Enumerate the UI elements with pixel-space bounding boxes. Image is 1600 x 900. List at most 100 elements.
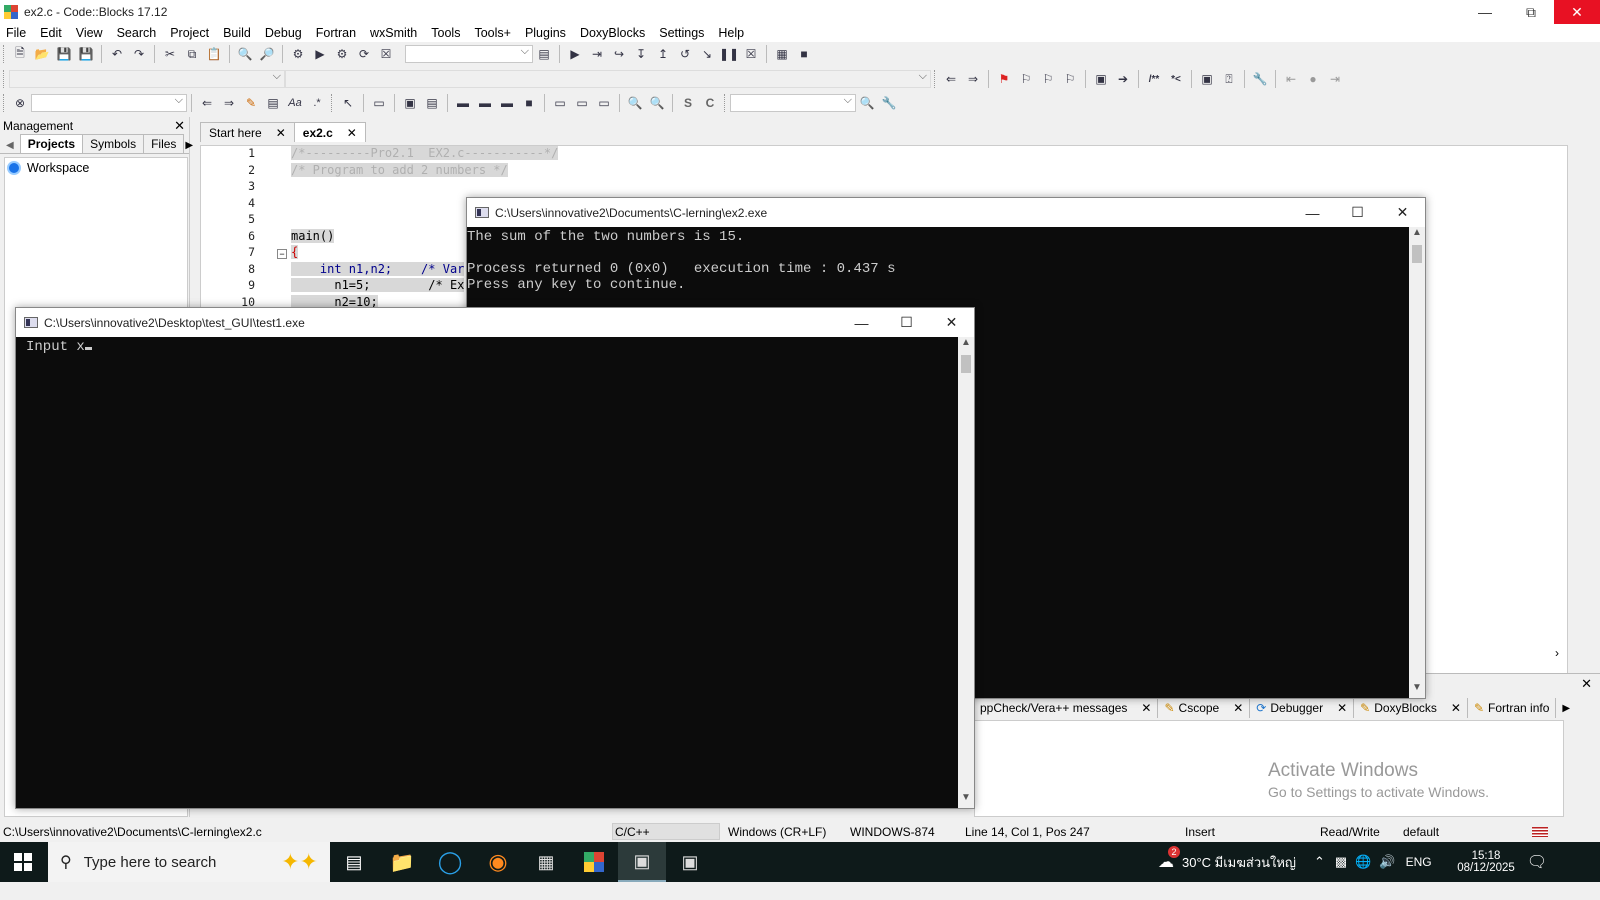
zoom-in-icon[interactable]: 🔍 — [625, 93, 645, 113]
clear-bookmarks-icon[interactable]: ⚐ — [1060, 69, 1080, 89]
shape-tool-1-icon[interactable]: ▣ — [400, 93, 420, 113]
zoom-out-icon[interactable]: 🔍 — [647, 93, 667, 113]
console2-taskbar-icon[interactable]: ▣ — [666, 842, 714, 882]
symbol-search-icon[interactable]: 🔍 — [857, 93, 877, 113]
scroll-up-icon[interactable]: ▲ — [1409, 227, 1425, 243]
symbol-search-select[interactable] — [730, 94, 856, 112]
tab-scroll-right-icon[interactable]: ▶ — [1556, 698, 1576, 718]
build-run-icon[interactable]: ⚙ — [332, 44, 352, 64]
menu-file[interactable]: File — [6, 26, 26, 40]
prev-bookmark-icon[interactable]: ⚐ — [1016, 69, 1036, 89]
minimize-button[interactable]: — — [1290, 198, 1335, 227]
close-panel-icon[interactable]: ✕ — [174, 118, 185, 134]
menu-help[interactable]: Help — [718, 26, 744, 40]
debug-info-icon[interactable]: ■ — [794, 44, 814, 64]
scroll-thumb[interactable] — [961, 355, 971, 373]
match-case-icon[interactable]: Aa — [285, 93, 305, 113]
search-next-icon[interactable]: ⇒ — [219, 93, 239, 113]
menu-doxyblocks[interactable]: DoxyBlocks — [580, 26, 645, 40]
restore-button[interactable]: ⧉ — [1508, 0, 1554, 24]
run-html-icon[interactable]: ▣ — [1197, 69, 1217, 89]
jump-forward-icon[interactable]: ⇒ — [963, 69, 983, 89]
close-tab-icon[interactable]: ✕ — [1141, 701, 1151, 715]
device-icon[interactable]: ▩ — [1335, 854, 1347, 870]
regex-icon[interactable]: .* — [307, 93, 327, 113]
jump-back-icon[interactable]: ⇐ — [941, 69, 961, 89]
cut-icon[interactable]: ✂ — [160, 44, 180, 64]
redo-icon[interactable]: ↷ — [129, 44, 149, 64]
start-button[interactable] — [0, 842, 46, 882]
next-bookmark-icon[interactable]: ⚐ — [1038, 69, 1058, 89]
step-out-icon[interactable]: ↥ — [653, 44, 673, 64]
firefox-icon[interactable]: ◉ — [474, 842, 522, 882]
select-pointer-icon[interactable]: ↖ — [338, 93, 358, 113]
step-instruction-icon[interactable]: ↘ — [697, 44, 717, 64]
scroll-thumb[interactable] — [1412, 245, 1422, 263]
notifications-icon[interactable]: 🗨 — [1522, 842, 1552, 882]
volume-icon[interactable]: 🔊 — [1379, 854, 1395, 870]
incremental-search-input[interactable] — [31, 94, 187, 112]
scroll-up-icon[interactable]: ▲ — [958, 337, 974, 353]
tree-item-workspace[interactable]: Workspace — [5, 158, 187, 178]
close-button[interactable]: ✕ — [1380, 198, 1425, 227]
file-explorer-icon[interactable]: 📁 — [378, 842, 426, 882]
tab-symbols[interactable]: Symbols — [82, 134, 145, 153]
target-options-icon[interactable]: ▤ — [534, 44, 554, 64]
layout-4-icon[interactable]: ■ — [519, 93, 539, 113]
scope-select[interactable] — [9, 70, 285, 88]
menu-tools[interactable]: Tools — [431, 26, 460, 40]
console-title-bar[interactable]: C:\Users\innovative2\Documents\C-lerning… — [467, 198, 1425, 227]
close-tab-icon[interactable]: ✕ — [1451, 701, 1461, 715]
shape-rect-icon[interactable]: ▭ — [369, 93, 389, 113]
build-target-select[interactable] — [405, 45, 533, 63]
tab-scroll-left-icon[interactable]: ◀ — [0, 140, 20, 153]
abort-icon[interactable]: ☒ — [376, 44, 396, 64]
close-button[interactable]: ✕ — [1554, 0, 1600, 24]
source-c-icon[interactable]: C — [700, 93, 720, 113]
rebuild-icon[interactable]: ⟳ — [354, 44, 374, 64]
menu-edit[interactable]: Edit — [40, 26, 62, 40]
menu-tools-plus[interactable]: Tools+ — [474, 26, 510, 40]
debug-windows-icon[interactable]: ▦ — [772, 44, 792, 64]
console-output[interactable]: Input x — [16, 337, 958, 808]
undo-icon[interactable]: ↶ — [107, 44, 127, 64]
next-line-icon[interactable]: ↪ — [609, 44, 629, 64]
next-instruction-icon[interactable]: ↺ — [675, 44, 695, 64]
menu-project[interactable]: Project — [170, 26, 209, 40]
layout-1-icon[interactable]: ▬ — [453, 93, 473, 113]
tab-doxyblocks[interactable]: ✎ DoxyBlocks ✕ — [1354, 698, 1468, 718]
scroll-down-icon[interactable]: ▼ — [958, 792, 974, 808]
close-tab-icon[interactable]: ✕ — [276, 126, 286, 140]
close-logs-icon[interactable]: ✕ — [1581, 676, 1592, 692]
network-icon[interactable]: 🌐 — [1355, 854, 1371, 870]
tab-fortran-info[interactable]: ✎ Fortran info — [1468, 698, 1557, 718]
build-gear-icon[interactable]: ⚙ — [288, 44, 308, 64]
tab-projects[interactable]: Projects — [19, 134, 84, 153]
close-tab-icon[interactable]: ✕ — [1233, 701, 1243, 715]
scroll-down-icon[interactable]: ▼ — [1409, 682, 1425, 698]
calculator-app-icon[interactable]: ▦ — [522, 842, 570, 882]
layout-5-icon[interactable]: ▭ — [550, 93, 570, 113]
input-language[interactable]: ENG — [1406, 855, 1432, 869]
menu-build[interactable]: Build — [223, 26, 251, 40]
block-comment-icon[interactable]: /** — [1144, 69, 1164, 89]
maximize-button[interactable]: ☐ — [884, 308, 929, 337]
console-scrollbar[interactable]: ▲ ▼ — [1409, 227, 1425, 698]
layout-3-icon[interactable]: ▬ — [497, 93, 517, 113]
clear-search-icon[interactable]: ⊗ — [10, 93, 30, 113]
console-title-bar[interactable]: C:\Users\innovative2\Desktop\test_GUI\te… — [16, 308, 974, 337]
marker-icon[interactable]: ● — [1303, 69, 1323, 89]
source-s-icon[interactable]: S — [678, 93, 698, 113]
minimize-button[interactable]: — — [1462, 0, 1508, 24]
doxy-extract-icon[interactable]: ➔ — [1113, 69, 1133, 89]
tab-ex2-c[interactable]: ex2.c ✕ — [293, 122, 366, 142]
search-prev-icon[interactable]: ⇐ — [197, 93, 217, 113]
stop-debug-icon[interactable]: ☒ — [741, 44, 761, 64]
replace-icon[interactable]: 🔎 — [257, 44, 277, 64]
line-comment-icon[interactable]: *< — [1166, 69, 1186, 89]
close-tab-icon[interactable]: ✕ — [347, 126, 357, 140]
codeblocks-taskbar-icon[interactable] — [570, 842, 618, 882]
console-window-test1[interactable]: C:\Users\innovative2\Desktop\test_GUI\te… — [15, 307, 975, 809]
console-scrollbar[interactable]: ▲ ▼ — [958, 337, 974, 808]
save-icon[interactable]: 💾 — [54, 44, 74, 64]
